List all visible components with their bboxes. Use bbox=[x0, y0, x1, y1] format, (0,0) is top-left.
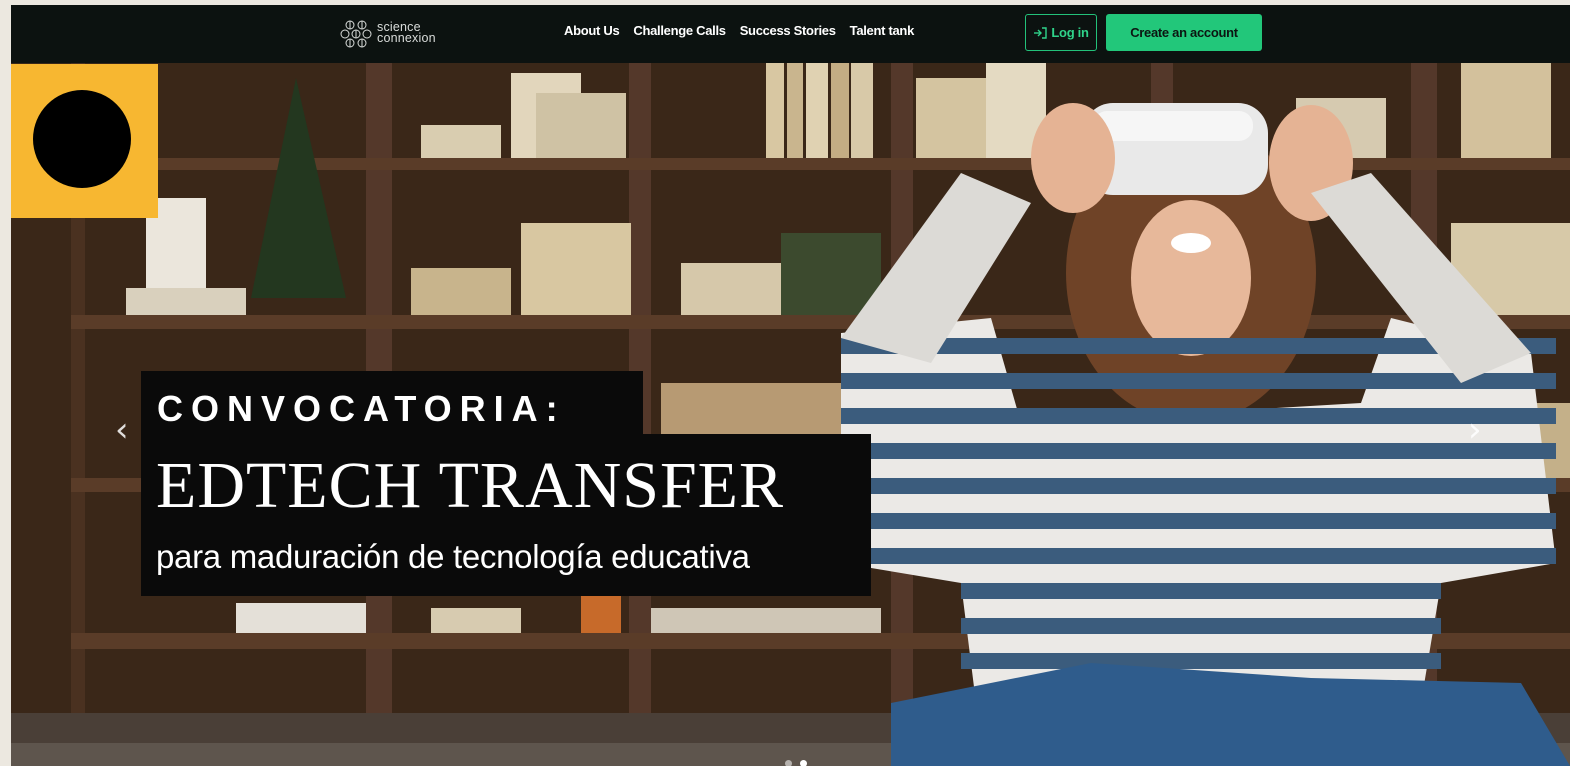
create-account-label: Create an account bbox=[1130, 25, 1238, 40]
decorative-badge bbox=[11, 64, 158, 218]
nav-link-success-stories[interactable]: Success Stories bbox=[740, 23, 836, 38]
hero-kicker-box: CONVOCATORIA: bbox=[141, 371, 643, 439]
carousel-dot-1[interactable] bbox=[785, 760, 792, 766]
login-button[interactable]: Log in bbox=[1025, 14, 1097, 51]
nav-link-challenge-calls[interactable]: Challenge Calls bbox=[633, 23, 726, 38]
brand-line-2: connexion bbox=[377, 31, 436, 45]
brand-wordmark: science connexion bbox=[377, 21, 436, 45]
hero-title: EDTECH TRANSFER bbox=[156, 449, 785, 522]
nav-link-about-us[interactable]: About Us bbox=[564, 23, 620, 38]
carousel-indicators bbox=[785, 760, 807, 766]
main-menu: About Us Challenge Calls Success Stories… bbox=[564, 23, 914, 38]
chevron-left-icon[interactable]: ‹ bbox=[115, 410, 129, 450]
carousel-dot-2[interactable] bbox=[800, 760, 807, 766]
hero-title-box: EDTECH TRANSFER para maduración de tecno… bbox=[141, 434, 871, 596]
create-account-button[interactable]: Create an account bbox=[1106, 14, 1262, 51]
hero-subtitle: para maduración de tecnología educativa bbox=[156, 538, 750, 575]
top-navbar: science connexion About Us Challenge Cal… bbox=[11, 5, 1570, 63]
nav-link-talent-tank[interactable]: Talent tank bbox=[850, 23, 915, 38]
snowflake-cluster-icon bbox=[340, 20, 372, 48]
chevron-right-icon[interactable]: › bbox=[1468, 410, 1482, 450]
login-arrow-icon bbox=[1034, 26, 1048, 39]
brand-logo[interactable]: science connexion bbox=[339, 15, 436, 51]
black-circle-shape bbox=[33, 90, 131, 188]
page: science connexion About Us Challenge Cal… bbox=[11, 5, 1570, 766]
hero-kicker: CONVOCATORIA: bbox=[157, 388, 566, 429]
login-button-label: Log in bbox=[1051, 25, 1089, 40]
